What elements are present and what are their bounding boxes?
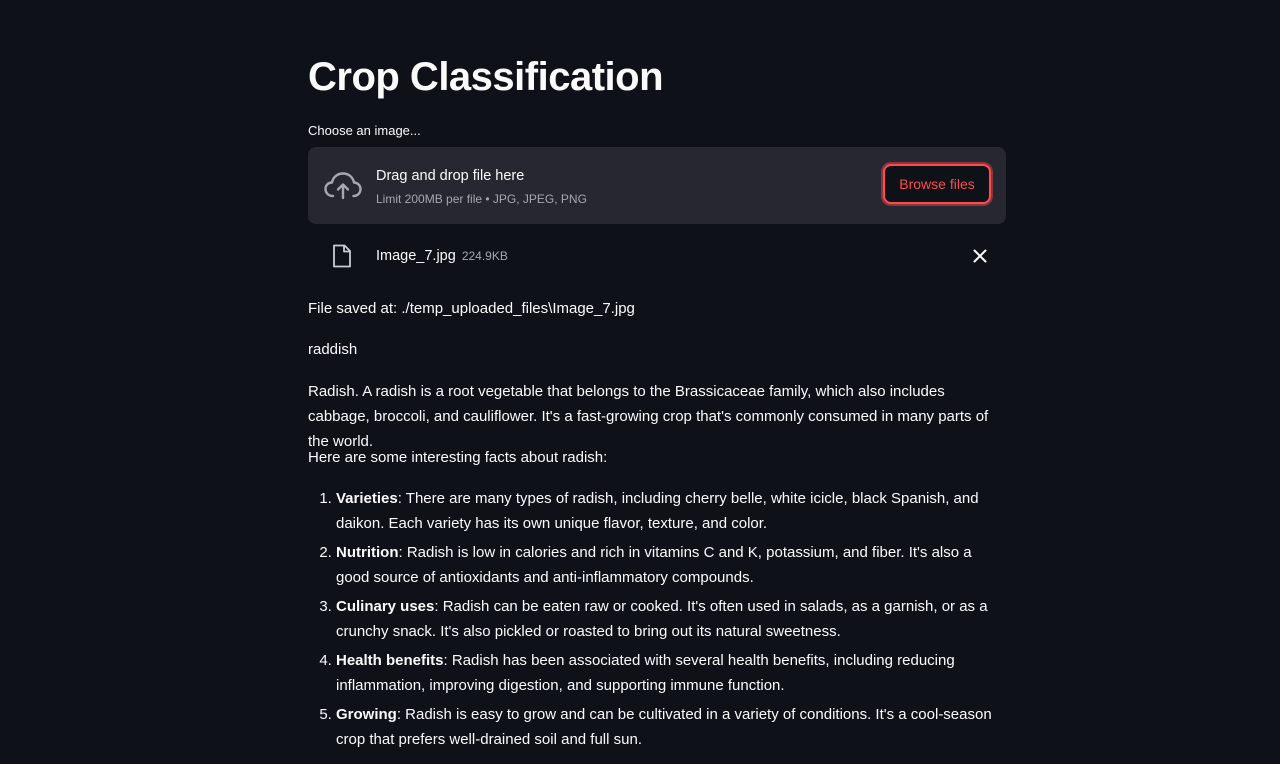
- file-icon: [333, 244, 351, 268]
- fact-text: : There are many types of radish, includ…: [336, 490, 979, 532]
- fact-title: Culinary uses: [336, 598, 435, 615]
- dropzone-title: Drag and drop file here: [376, 168, 525, 184]
- fact-item: Culinary uses: Radish can be eaten raw o…: [336, 594, 1006, 644]
- uploaded-file-name-wrap: Image_7.jpg 224.9KB: [376, 246, 508, 266]
- cloud-upload-icon: [324, 172, 362, 200]
- page-title: Crop Classification: [308, 55, 664, 99]
- file-saved-path: File saved at: ./temp_uploaded_files\Ima…: [308, 300, 635, 317]
- facts-intro: Here are some interesting facts about ra…: [308, 449, 608, 466]
- fact-item: Growing: Radish is easy to grow and can …: [336, 702, 1006, 752]
- fact-item: Health benefits: Radish has been associa…: [336, 648, 1006, 698]
- fact-title: Nutrition: [336, 544, 399, 561]
- file-dropzone[interactable]: Drag and drop file here Limit 200MB per …: [308, 147, 1006, 224]
- fact-text: : Radish is easy to grow and can be cult…: [336, 706, 992, 748]
- uploaded-file-name: Image_7.jpg: [376, 248, 456, 264]
- browse-files-button[interactable]: Browse files: [883, 164, 991, 204]
- dropzone-limit-text: Limit 200MB per file • JPG, JPEG, PNG: [376, 192, 587, 206]
- fact-item: Varieties: There are many types of radis…: [336, 486, 1006, 536]
- fact-title: Health benefits: [336, 652, 444, 669]
- uploaded-file-row: Image_7.jpg 224.9KB: [308, 236, 1006, 276]
- fact-text: : Radish can be eaten raw or cooked. It'…: [336, 598, 988, 640]
- close-icon[interactable]: [968, 244, 992, 268]
- fact-text: : Radish is low in calories and rich in …: [336, 544, 972, 586]
- fact-item: Nutrition: Radish is low in calories and…: [336, 540, 1006, 590]
- prediction-label: raddish: [308, 341, 358, 358]
- uploader-label: Choose an image...: [308, 123, 421, 138]
- fact-title: Varieties: [336, 490, 398, 507]
- crop-description: Radish. A radish is a root vegetable tha…: [308, 383, 989, 450]
- uploaded-file-size: 224.9KB: [461, 249, 508, 263]
- facts-list: Varieties: There are many types of radis…: [308, 486, 1006, 756]
- fact-title: Growing: [336, 706, 397, 723]
